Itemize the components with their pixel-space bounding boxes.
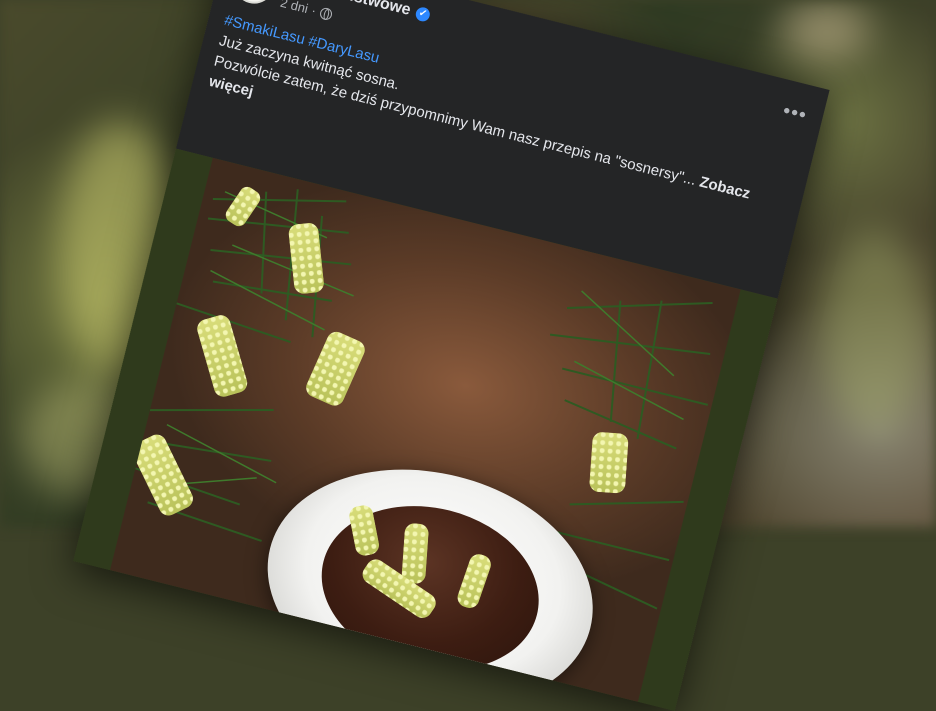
more-options-icon: ••• [780,99,810,127]
pine-flower-graphic [588,431,629,494]
facebook-post: Lasy Państwowe ✓ 2 dni · ••• #SmakiLasu … [73,0,830,711]
meta-separator: · [309,2,318,19]
background-blob [820,230,930,430]
pine-flower-graphic [401,522,430,585]
avatar[interactable] [229,0,279,8]
verified-badge-icon: ✓ [414,5,432,23]
post-meta: 2 dni · [279,0,334,22]
more-options-button[interactable]: ••• [780,99,810,128]
background-blob [780,0,870,60]
globe-icon[interactable] [318,6,333,21]
lasy-panstwowe-logo-icon [236,0,272,2]
post-time[interactable]: 2 dni [279,0,310,16]
